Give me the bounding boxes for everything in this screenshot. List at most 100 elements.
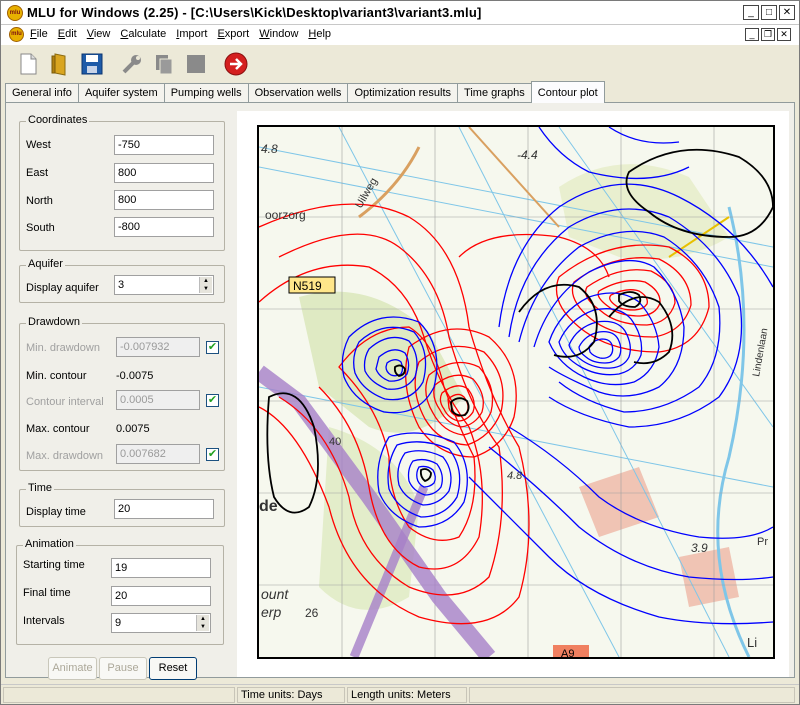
window-controls: _ □ ✕ <box>743 5 795 20</box>
place-label: ount <box>261 586 289 602</box>
maximize-button[interactable]: □ <box>761 5 777 20</box>
final-time-field[interactable]: 20 <box>111 586 211 606</box>
wrench-icon[interactable] <box>119 51 145 77</box>
new-file-icon[interactable] <box>15 51 41 77</box>
elevation-label: 3.9 <box>691 541 708 555</box>
status-bar: Time units: Days Length units: Meters <box>1 684 799 704</box>
toolbar <box>1 45 799 83</box>
intervals-spin-buttons[interactable]: ▲ ▼ <box>196 615 209 631</box>
document-window-controls: _ ❐ ✕ <box>745 28 791 41</box>
pause-button[interactable]: Pause <box>99 657 147 680</box>
animate-button[interactable]: Animate <box>48 657 97 680</box>
display-aquifer-value: 3 <box>118 279 125 291</box>
elevation-label: 26 <box>305 606 319 620</box>
tab-time-graphs[interactable]: Time graphs <box>457 83 532 103</box>
display-time-label: Display time <box>26 506 86 518</box>
minimize-button[interactable]: _ <box>743 5 759 20</box>
tab-general-info[interactable]: General info <box>5 83 79 103</box>
menu-help[interactable]: Help <box>308 28 331 40</box>
menu-view[interactable]: View <box>87 28 111 40</box>
max-drawdown-field[interactable]: 0.007682 <box>116 444 200 464</box>
close-button[interactable]: ✕ <box>779 5 795 20</box>
copy-icon[interactable] <box>151 51 177 77</box>
status-time-units: Time units: Days <box>237 687 345 703</box>
status-cell-spare <box>469 687 795 703</box>
north-field[interactable]: 800 <box>114 190 214 210</box>
min-contour-label: Min. contour <box>26 370 87 382</box>
east-label: East <box>26 167 49 179</box>
menu-items: File Edit View Calculate Import Export W… <box>30 28 341 40</box>
drawdown-group-label: Drawdown <box>26 316 82 328</box>
doc-close-button[interactable]: ✕ <box>777 28 791 41</box>
final-time-label: Final time <box>23 587 71 599</box>
intervals-spinner[interactable]: 9 ▲ ▼ <box>111 613 211 633</box>
go-arrow-icon[interactable] <box>223 51 249 77</box>
tab-aquifer-system[interactable]: Aquifer system <box>77 83 165 103</box>
starting-time-field[interactable]: 19 <box>111 558 211 578</box>
place-label: oorzorg <box>265 208 306 222</box>
min-drawdown-checkbox[interactable]: ✔ <box>206 341 219 354</box>
doc-restore-button[interactable]: ❐ <box>761 28 775 41</box>
elevation-label: -4.4 <box>517 148 538 162</box>
doc-minimize-button[interactable]: _ <box>745 28 759 41</box>
starting-time-label: Starting time <box>23 559 85 571</box>
app-logo-icon: mlu <box>7 5 23 21</box>
place-label: Pr <box>757 536 768 548</box>
contour-interval-checkbox[interactable]: ✔ <box>206 394 219 407</box>
tab-contour-plot[interactable]: Contour plot <box>530 81 605 103</box>
coordinates-group: Coordinates West -750 East 800 North 800… <box>19 114 225 251</box>
tab-optimization-results[interactable]: Optimization results <box>347 83 459 103</box>
animation-group-label: Animation <box>23 538 76 550</box>
contour-map-svg: N519 A9 4.8 oorzorg Uilweg -4.4 4.8 3.9 … <box>259 127 773 657</box>
animation-group: Animation Starting time 19 Final time 20… <box>16 538 224 645</box>
time-group-label: Time <box>26 482 55 494</box>
max-drawdown-checkbox[interactable]: ✔ <box>206 448 219 461</box>
elevation-label: 4.8 <box>261 142 278 156</box>
display-aquifer-spin-buttons[interactable]: ▲ ▼ <box>199 277 212 293</box>
stop-icon[interactable] <box>183 51 209 77</box>
contour-interval-field[interactable]: 0.0005 <box>116 390 200 410</box>
menu-window[interactable]: Window <box>259 28 298 40</box>
north-label: North <box>26 195 53 207</box>
window-title: MLU for Windows (2.25) - [C:\Users\Kick\… <box>27 5 482 20</box>
save-icon[interactable] <box>79 51 105 77</box>
display-time-field[interactable]: 20 <box>114 499 214 519</box>
tab-strip: General info Aquifer system Pumping well… <box>5 81 605 103</box>
place-label: erp <box>261 604 281 620</box>
elevation-label: 40 <box>329 436 341 448</box>
display-aquifer-label: Display aquifer <box>26 282 99 294</box>
aquifer-group: Aquifer Display aquifer 3 ▲ ▼ <box>19 258 225 303</box>
intervals-label: Intervals <box>23 615 65 627</box>
open-folder-icon[interactable] <box>47 51 73 77</box>
min-drawdown-field[interactable]: -0.007932 <box>116 337 200 357</box>
max-contour-label: Max. contour <box>26 423 90 435</box>
road-badge-n519-text: N519 <box>293 279 322 293</box>
west-label: West <box>26 139 51 151</box>
west-field[interactable]: -750 <box>114 135 214 155</box>
reset-button[interactable]: Reset <box>149 657 197 680</box>
document-logo-icon[interactable]: mlu <box>9 27 24 42</box>
min-drawdown-label: Min. drawdown <box>26 342 100 354</box>
menu-edit[interactable]: Edit <box>58 28 77 40</box>
menu-bar: mlu File Edit View Calculate Import Expo… <box>1 25 799 45</box>
menu-import[interactable]: Import <box>176 28 207 40</box>
menu-calculate[interactable]: Calculate <box>120 28 166 40</box>
intervals-value: 9 <box>115 617 122 629</box>
place-label: Li <box>747 635 757 650</box>
display-aquifer-spinner[interactable]: 3 ▲ ▼ <box>114 275 214 295</box>
tab-pumping-wells[interactable]: Pumping wells <box>163 83 249 103</box>
east-field[interactable]: 800 <box>114 163 214 183</box>
title-bar: mlu MLU for Windows (2.25) - [C:\Users\K… <box>1 1 799 25</box>
aquifer-group-label: Aquifer <box>26 258 65 270</box>
south-field[interactable]: -800 <box>114 217 214 237</box>
contour-plot[interactable]: N519 A9 4.8 oorzorg Uilweg -4.4 4.8 3.9 … <box>257 125 775 659</box>
elevation-label: 4.8 <box>507 470 523 482</box>
max-drawdown-label: Max. drawdown <box>26 450 104 462</box>
tab-observation-wells[interactable]: Observation wells <box>247 83 349 103</box>
contour-interval-label: Contour interval <box>26 396 104 408</box>
menu-file[interactable]: File <box>30 28 48 40</box>
menu-export[interactable]: Export <box>217 28 249 40</box>
plot-area: N519 A9 4.8 oorzorg Uilweg -4.4 4.8 3.9 … <box>237 111 789 677</box>
max-contour-value: 0.0075 <box>116 423 150 435</box>
place-label: de <box>259 498 278 515</box>
